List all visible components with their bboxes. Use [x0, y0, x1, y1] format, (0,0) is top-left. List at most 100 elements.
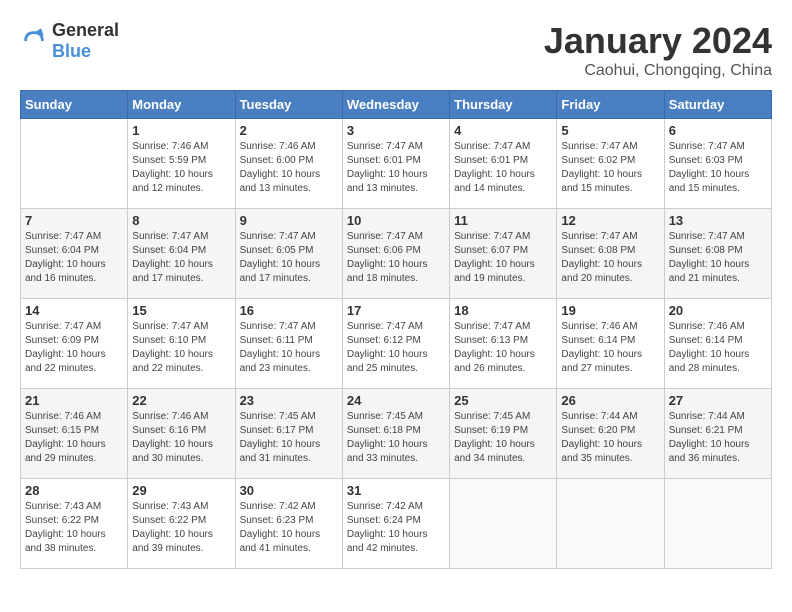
calendar-cell: 15 Sunrise: 7:47 AMSunset: 6:10 PMDayligh…	[128, 299, 235, 389]
day-info: Sunrise: 7:46 AMSunset: 6:16 PMDaylight:…	[132, 410, 230, 466]
day-number: 28	[25, 483, 123, 498]
weekday-header-saturday: Saturday	[664, 91, 771, 119]
day-info: Sunrise: 7:46 AMSunset: 6:14 PMDaylight:…	[669, 320, 767, 376]
weekday-header-sunday: Sunday	[21, 91, 128, 119]
day-info: Sunrise: 7:47 AMSunset: 6:07 PMDaylight:…	[454, 230, 552, 286]
page-header: General Blue January 2024 Caohui, Chongq…	[20, 20, 772, 80]
calendar-cell: 8 Sunrise: 7:47 AMSunset: 6:04 PMDaylight…	[128, 209, 235, 299]
day-number: 10	[347, 213, 445, 228]
day-info: Sunrise: 7:43 AMSunset: 6:22 PMDaylight:…	[25, 500, 123, 556]
day-info: Sunrise: 7:47 AMSunset: 6:05 PMDaylight:…	[240, 230, 338, 286]
calendar-cell: 25 Sunrise: 7:45 AMSunset: 6:19 PMDayligh…	[450, 389, 557, 479]
day-info: Sunrise: 7:47 AMSunset: 6:02 PMDaylight:…	[561, 140, 659, 196]
calendar-cell: 11 Sunrise: 7:47 AMSunset: 6:07 PMDayligh…	[450, 209, 557, 299]
day-number: 11	[454, 213, 552, 228]
weekday-header-monday: Monday	[128, 91, 235, 119]
day-number: 7	[25, 213, 123, 228]
logo-general-text: General	[52, 20, 119, 40]
calendar-cell: 30Sunrise: 7:42 AMSunset: 6:23 PMDayligh…	[235, 479, 342, 569]
day-info: Sunrise: 7:45 AMSunset: 6:19 PMDaylight:…	[454, 410, 552, 466]
day-number: 27	[669, 393, 767, 408]
day-info: Sunrise: 7:47 AMSunset: 6:11 PMDaylight:…	[240, 320, 338, 376]
calendar-cell: 26 Sunrise: 7:44 AMSunset: 6:20 PMDayligh…	[557, 389, 664, 479]
day-number: 5	[561, 123, 659, 138]
day-number: 12	[561, 213, 659, 228]
day-number: 8	[132, 213, 230, 228]
day-number: 22	[132, 393, 230, 408]
day-info: Sunrise: 7:44 AMSunset: 6:20 PMDaylight:…	[561, 410, 659, 466]
day-info: Sunrise: 7:46 AMSunset: 6:15 PMDaylight:…	[25, 410, 123, 466]
day-number: 25	[454, 393, 552, 408]
calendar-cell: 6 Sunrise: 7:47 AMSunset: 6:03 PMDaylight…	[664, 119, 771, 209]
day-info: Sunrise: 7:47 AMSunset: 6:08 PMDaylight:…	[669, 230, 767, 286]
weekday-header-wednesday: Wednesday	[342, 91, 449, 119]
day-info: Sunrise: 7:43 AMSunset: 6:22 PMDaylight:…	[132, 500, 230, 556]
calendar-cell: 9 Sunrise: 7:47 AMSunset: 6:05 PMDaylight…	[235, 209, 342, 299]
day-number: 30	[240, 483, 338, 498]
day-info: Sunrise: 7:46 AMSunset: 6:00 PMDaylight:…	[240, 140, 338, 196]
calendar-cell: 13Sunrise: 7:47 AMSunset: 6:08 PMDayligh…	[664, 209, 771, 299]
day-number: 14	[25, 303, 123, 318]
day-info: Sunrise: 7:44 AMSunset: 6:21 PMDaylight:…	[669, 410, 767, 466]
calendar-cell: 29 Sunrise: 7:43 AMSunset: 6:22 PMDayligh…	[128, 479, 235, 569]
day-number: 1	[132, 123, 230, 138]
day-number: 4	[454, 123, 552, 138]
calendar-cell: 21 Sunrise: 7:46 AMSunset: 6:15 PMDayligh…	[21, 389, 128, 479]
day-number: 20	[669, 303, 767, 318]
day-number: 6	[669, 123, 767, 138]
day-info: Sunrise: 7:47 AMSunset: 6:06 PMDaylight:…	[347, 230, 445, 286]
calendar-cell: 2 Sunrise: 7:46 AMSunset: 6:00 PMDaylight…	[235, 119, 342, 209]
day-info: Sunrise: 7:47 AMSunset: 6:04 PMDaylight:…	[132, 230, 230, 286]
day-number: 19	[561, 303, 659, 318]
calendar-cell: 31 Sunrise: 7:42 AMSunset: 6:24 PMDayligh…	[342, 479, 449, 569]
calendar-cell: 24 Sunrise: 7:45 AMSunset: 6:18 PMDayligh…	[342, 389, 449, 479]
day-info: Sunrise: 7:47 AMSunset: 6:12 PMDaylight:…	[347, 320, 445, 376]
day-info: Sunrise: 7:47 AMSunset: 6:03 PMDaylight:…	[669, 140, 767, 196]
day-number: 3	[347, 123, 445, 138]
day-info: Sunrise: 7:47 AMSunset: 6:01 PMDaylight:…	[347, 140, 445, 196]
day-number: 26	[561, 393, 659, 408]
calendar-cell: 28 Sunrise: 7:43 AMSunset: 6:22 PMDayligh…	[21, 479, 128, 569]
calendar-cell: 14 Sunrise: 7:47 AMSunset: 6:09 PMDayligh…	[21, 299, 128, 389]
calendar-cell: 1 Sunrise: 7:46 AMSunset: 5:59 PMDaylight…	[128, 119, 235, 209]
day-number: 29	[132, 483, 230, 498]
calendar-week-row: 7 Sunrise: 7:47 AMSunset: 6:04 PMDaylight…	[21, 209, 772, 299]
calendar-week-row: 1 Sunrise: 7:46 AMSunset: 5:59 PMDaylight…	[21, 119, 772, 209]
calendar-cell	[21, 119, 128, 209]
day-number: 31	[347, 483, 445, 498]
location-subtitle: Caohui, Chongqing, China	[544, 62, 772, 80]
logo: General Blue	[20, 20, 119, 62]
day-number: 21	[25, 393, 123, 408]
calendar-cell: 23Sunrise: 7:45 AMSunset: 6:17 PMDayligh…	[235, 389, 342, 479]
day-info: Sunrise: 7:47 AMSunset: 6:09 PMDaylight:…	[25, 320, 123, 376]
day-info: Sunrise: 7:46 AMSunset: 6:14 PMDaylight:…	[561, 320, 659, 376]
day-number: 2	[240, 123, 338, 138]
day-number: 18	[454, 303, 552, 318]
day-info: Sunrise: 7:45 AMSunset: 6:17 PMDaylight:…	[240, 410, 338, 466]
calendar-cell: 22 Sunrise: 7:46 AMSunset: 6:16 PMDayligh…	[128, 389, 235, 479]
day-number: 24	[347, 393, 445, 408]
month-year-title: January 2024	[544, 20, 772, 62]
calendar-week-row: 14 Sunrise: 7:47 AMSunset: 6:09 PMDayligh…	[21, 299, 772, 389]
calendar-cell: 4Sunrise: 7:47 AMSunset: 6:01 PMDaylight…	[450, 119, 557, 209]
weekday-header-row: SundayMondayTuesdayWednesdayThursdayFrid…	[21, 91, 772, 119]
day-info: Sunrise: 7:46 AMSunset: 5:59 PMDaylight:…	[132, 140, 230, 196]
calendar-week-row: 21 Sunrise: 7:46 AMSunset: 6:15 PMDayligh…	[21, 389, 772, 479]
calendar-cell: 5 Sunrise: 7:47 AMSunset: 6:02 PMDaylight…	[557, 119, 664, 209]
day-info: Sunrise: 7:42 AMSunset: 6:24 PMDaylight:…	[347, 500, 445, 556]
day-info: Sunrise: 7:47 AMSunset: 6:08 PMDaylight:…	[561, 230, 659, 286]
calendar-cell	[664, 479, 771, 569]
calendar-cell: 10 Sunrise: 7:47 AMSunset: 6:06 PMDayligh…	[342, 209, 449, 299]
calendar-cell	[450, 479, 557, 569]
calendar-cell: 27 Sunrise: 7:44 AMSunset: 6:21 PMDayligh…	[664, 389, 771, 479]
day-info: Sunrise: 7:47 AMSunset: 6:10 PMDaylight:…	[132, 320, 230, 376]
weekday-header-tuesday: Tuesday	[235, 91, 342, 119]
day-info: Sunrise: 7:45 AMSunset: 6:18 PMDaylight:…	[347, 410, 445, 466]
day-number: 9	[240, 213, 338, 228]
logo-blue-text: Blue	[52, 41, 91, 61]
calendar-table: SundayMondayTuesdayWednesdayThursdayFrid…	[20, 90, 772, 569]
day-info: Sunrise: 7:47 AMSunset: 6:13 PMDaylight:…	[454, 320, 552, 376]
calendar-cell: 12 Sunrise: 7:47 AMSunset: 6:08 PMDayligh…	[557, 209, 664, 299]
calendar-cell: 3 Sunrise: 7:47 AMSunset: 6:01 PMDaylight…	[342, 119, 449, 209]
day-number: 15	[132, 303, 230, 318]
